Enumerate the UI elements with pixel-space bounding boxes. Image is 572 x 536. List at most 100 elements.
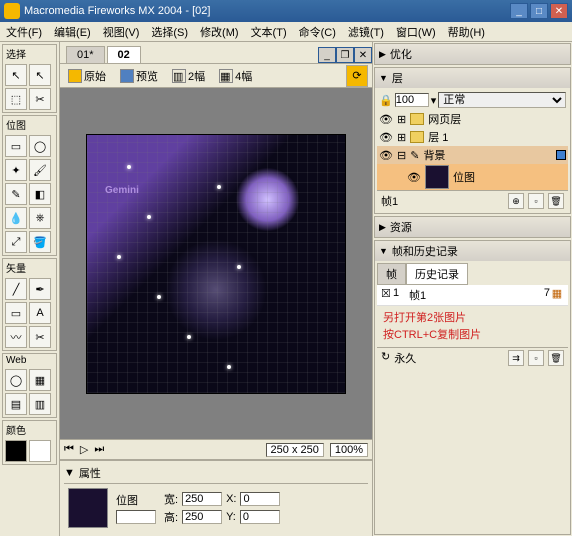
- eye-icon[interactable]: 👁: [379, 148, 393, 162]
- play-last-icon[interactable]: ⏭: [94, 443, 104, 456]
- tools-vector-label: 矢量: [3, 259, 56, 276]
- canvas-area[interactable]: Gemini: [60, 88, 372, 439]
- menu-filters[interactable]: 滤镜(T): [342, 22, 390, 41]
- close-button[interactable]: ✕: [550, 3, 568, 19]
- show-tool[interactable]: ▥: [29, 393, 51, 415]
- minimize-button[interactable]: _: [510, 3, 528, 19]
- canvas[interactable]: Gemini: [86, 134, 346, 394]
- trash-icon[interactable]: 🗑: [548, 193, 564, 209]
- assets-panel-header[interactable]: ▶资源: [375, 217, 570, 237]
- crop-tool[interactable]: ✂: [29, 88, 51, 110]
- tab-02[interactable]: 02: [107, 46, 141, 63]
- export-icon[interactable]: ⟳: [346, 65, 368, 87]
- canvas-text-label: Gemini: [105, 185, 139, 196]
- width-input[interactable]: [182, 492, 222, 506]
- titlebar: Macromedia Fireworks MX 2004 - [02] _ □ …: [0, 0, 572, 22]
- x-input[interactable]: [240, 492, 280, 506]
- chevron-down-icon[interactable]: ▼: [64, 467, 75, 479]
- color-swatch[interactable]: [556, 150, 566, 160]
- fill-color[interactable]: [29, 440, 51, 462]
- menu-text[interactable]: 文本(T): [245, 22, 293, 41]
- blur-tool[interactable]: 💧: [5, 207, 27, 229]
- layer-web[interactable]: 👁⊞ 网页层: [377, 110, 568, 128]
- wand-tool[interactable]: ✦: [5, 159, 27, 181]
- play-icon[interactable]: ▷: [80, 443, 88, 456]
- tools-select-label: 选择: [3, 45, 56, 62]
- slice-tool[interactable]: ▦: [29, 369, 51, 391]
- hide-tool[interactable]: ▤: [5, 393, 27, 415]
- frames-history-header[interactable]: ▼帧和历史记录: [375, 241, 570, 261]
- menu-window[interactable]: 窗口(W): [390, 22, 442, 41]
- bucket-tool[interactable]: 🪣: [29, 231, 51, 253]
- opacity-input[interactable]: [395, 93, 429, 107]
- tab-frames[interactable]: 帧: [377, 263, 406, 285]
- menu-commands[interactable]: 命令(C): [293, 22, 342, 41]
- menu-file[interactable]: 文件(F): [0, 22, 48, 41]
- hotspot-tool[interactable]: ◯: [5, 369, 27, 391]
- layer-background[interactable]: 👁⊟ ✎ 背景: [377, 146, 568, 164]
- view-preview[interactable]: 预览: [116, 67, 162, 85]
- view-4up[interactable]: ▦4幅: [215, 67, 256, 85]
- rect-tool[interactable]: ▭: [5, 302, 27, 324]
- menu-help[interactable]: 帮助(H): [442, 22, 491, 41]
- stamp-tool[interactable]: ⎈: [29, 207, 51, 229]
- text-tool[interactable]: A: [29, 302, 51, 324]
- y-input[interactable]: [240, 510, 280, 524]
- menu-edit[interactable]: 编辑(E): [48, 22, 97, 41]
- lock-icon[interactable]: 🔒: [379, 94, 393, 107]
- doc-minimize[interactable]: _: [318, 47, 336, 63]
- folder-icon: [410, 131, 424, 143]
- trash-icon[interactable]: 🗑: [548, 350, 564, 366]
- app-icon: [4, 3, 20, 19]
- menu-view[interactable]: 视图(V): [97, 22, 146, 41]
- eye-icon[interactable]: 👁: [407, 170, 421, 184]
- object-thumbnail: [68, 488, 108, 528]
- frame-label[interactable]: 帧1: [381, 193, 398, 209]
- status-bar: ⏮ ▷ ⏭ 250 x 250 100%: [60, 439, 372, 459]
- new-sublayer-icon[interactable]: ⊕: [508, 193, 524, 209]
- lasso-tool[interactable]: ◯: [29, 135, 51, 157]
- scale-tool[interactable]: ⬚: [5, 88, 27, 110]
- eye-icon[interactable]: 👁: [379, 112, 393, 126]
- optimize-panel-header[interactable]: ▶优化: [375, 44, 570, 64]
- tab-history[interactable]: 历史记录: [406, 263, 468, 285]
- blend-mode-select[interactable]: 正常: [438, 92, 566, 108]
- history-row[interactable]: ☒ 1 帧1 7 ▦: [377, 285, 568, 306]
- maximize-button[interactable]: □: [530, 3, 548, 19]
- layer-1[interactable]: 👁⊞ 层 1: [377, 128, 568, 146]
- brush-tool[interactable]: 🖌: [29, 159, 51, 181]
- pencil-tool[interactable]: ✎: [5, 183, 27, 205]
- eraser-tool[interactable]: ◧: [29, 183, 51, 205]
- freeform-tool[interactable]: 〰: [5, 326, 27, 348]
- new-layer-icon[interactable]: ▫: [528, 193, 544, 209]
- knife-tool[interactable]: ✂: [29, 326, 51, 348]
- layer-thumbnail: [425, 165, 449, 189]
- object-name-input[interactable]: [116, 510, 156, 524]
- stroke-color[interactable]: [5, 440, 27, 462]
- menu-modify[interactable]: 修改(M): [194, 22, 245, 41]
- play-first-icon[interactable]: ⏮: [64, 443, 74, 456]
- eyedropper-tool[interactable]: ⤢: [5, 231, 27, 253]
- menubar: 文件(F) 编辑(E) 视图(V) 选择(S) 修改(M) 文本(T) 命令(C…: [0, 22, 572, 42]
- properties-panel: ▼属性 位图 宽:X: 高:Y:: [60, 459, 372, 536]
- doc-restore[interactable]: ❐: [336, 47, 354, 63]
- line-tool[interactable]: ╱: [5, 278, 27, 300]
- doc-close[interactable]: ✕: [354, 47, 372, 63]
- height-input[interactable]: [182, 510, 222, 524]
- tab-01[interactable]: 01*: [66, 46, 105, 63]
- document-tabs: 01* 02 _ ❐ ✕: [60, 42, 372, 64]
- pen-tool[interactable]: ✒: [29, 278, 51, 300]
- distribute-icon[interactable]: ⇉: [508, 350, 524, 366]
- subselect-tool[interactable]: ↖: [29, 64, 51, 86]
- eye-icon[interactable]: 👁: [379, 130, 393, 144]
- loop-icon[interactable]: ↻: [381, 350, 390, 366]
- new-frame-icon[interactable]: ▫: [528, 350, 544, 366]
- bitmap-object[interactable]: 👁 位图: [377, 164, 568, 190]
- view-original[interactable]: 原始: [64, 67, 110, 85]
- marquee-tool[interactable]: ▭: [5, 135, 27, 157]
- menu-select[interactable]: 选择(S): [145, 22, 194, 41]
- zoom-field[interactable]: 100%: [330, 443, 368, 457]
- pointer-tool[interactable]: ↖: [5, 64, 27, 86]
- view-2up[interactable]: ▥2幅: [168, 67, 209, 85]
- layers-panel-header[interactable]: ▼层: [375, 68, 570, 88]
